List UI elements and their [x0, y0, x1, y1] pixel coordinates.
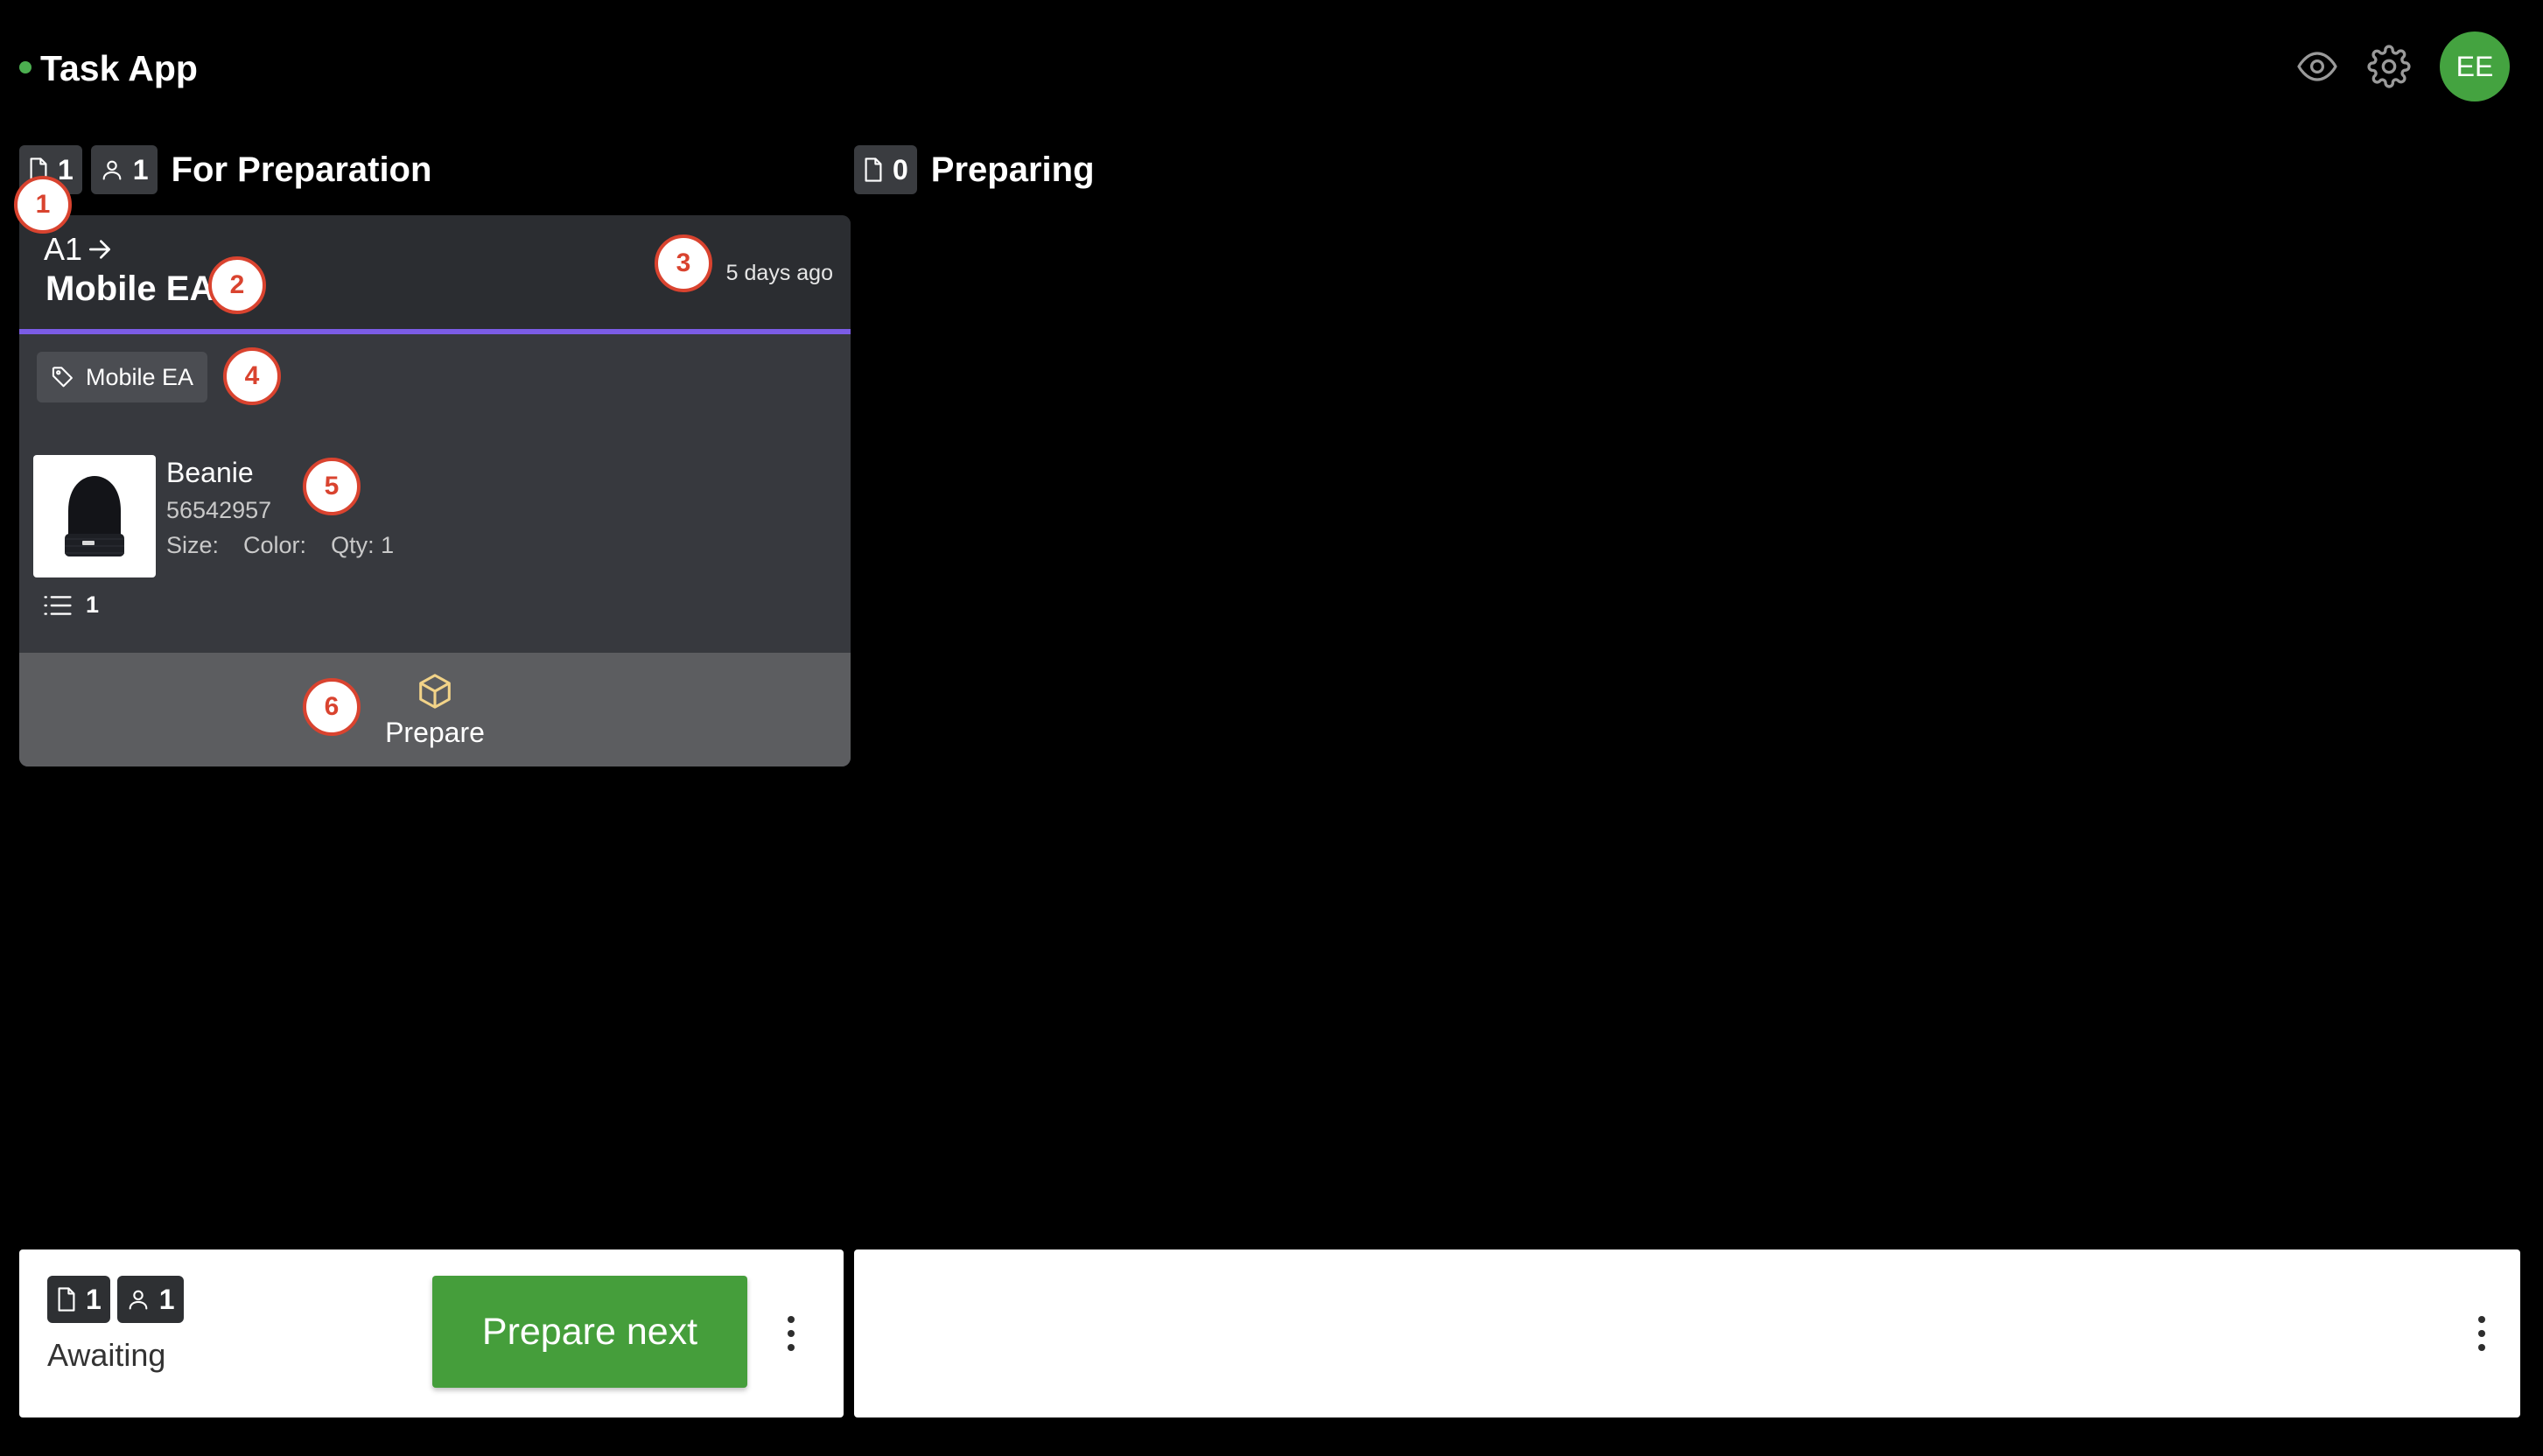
package-icon	[419, 673, 451, 709]
user-icon	[129, 1290, 148, 1310]
prepare-next-button[interactable]: Prepare next	[432, 1276, 747, 1388]
line-items-count: 1	[42, 592, 99, 619]
document-icon	[865, 158, 882, 182]
list-icon	[44, 595, 72, 615]
tag-label: Mobile EA	[86, 363, 194, 390]
document-count-chip: 0	[854, 145, 917, 194]
product-name: Beanie	[166, 457, 254, 488]
document-count-chip: 1	[47, 1276, 110, 1323]
prepare-button[interactable]: Prepare	[19, 653, 851, 766]
column-title: Preparing	[930, 150, 1095, 189]
timestamp: 5 days ago	[725, 261, 833, 285]
user-count-chip: 1	[116, 1276, 184, 1323]
user-count: 1	[132, 153, 149, 186]
status-dot	[19, 61, 32, 74]
size-label: Size:	[166, 532, 220, 558]
product-sku: 56542957	[166, 497, 272, 523]
task-card[interactable]: A1 Mobile EA 5 days ago Mobile EA Beanie…	[19, 215, 851, 766]
quantity-label: Qty: 1	[331, 532, 395, 558]
document-icon	[58, 1287, 75, 1312]
reference-code: A1	[44, 231, 83, 267]
bottom-panel-for-preparation: 1 1 Awaiting Prepare next	[19, 1250, 844, 1418]
more-options-icon[interactable]	[774, 1307, 809, 1360]
beanie-image	[33, 455, 156, 578]
document-count: 0	[893, 153, 908, 186]
user-avatar[interactable]: EE	[2440, 32, 2510, 102]
column-header-for-preparation: 1 1 For Preparation	[19, 145, 431, 194]
annotation-marker-3: 3	[655, 234, 712, 292]
more-options-icon[interactable]	[2464, 1307, 2499, 1360]
column-title: For Preparation	[171, 150, 432, 189]
color-label: Color:	[243, 532, 307, 558]
card-reference: A1	[44, 231, 114, 268]
annotation-marker-2: 2	[208, 256, 266, 314]
annotation-marker-5: 5	[303, 458, 361, 515]
document-count: 1	[86, 1283, 102, 1315]
annotation-marker-4: 4	[223, 347, 281, 405]
user-icon	[102, 160, 122, 180]
user-count-chip: 1	[90, 145, 158, 194]
panel-counts: 1 1	[47, 1276, 184, 1323]
tag-icon	[52, 367, 73, 388]
product-attributes: Size: Color: Qty: 1	[166, 532, 394, 559]
status-label: Awaiting	[47, 1337, 166, 1373]
column-header-preparing: 0 Preparing	[854, 145, 1095, 194]
user-count: 1	[158, 1283, 175, 1315]
annotation-marker-1: 1	[14, 176, 72, 234]
tag-badge[interactable]: Mobile EA	[37, 352, 208, 402]
bottom-panel-preparing	[854, 1250, 2520, 1418]
app-title: Task App	[40, 48, 198, 88]
arrow-right-icon	[89, 240, 111, 259]
line-count: 1	[86, 592, 100, 618]
annotation-marker-6: 6	[303, 678, 361, 736]
card-title: Mobile EA	[46, 270, 215, 308]
gear-icon[interactable]	[2366, 44, 2412, 89]
eye-icon[interactable]	[2294, 44, 2340, 89]
prepare-label: Prepare	[385, 716, 485, 748]
